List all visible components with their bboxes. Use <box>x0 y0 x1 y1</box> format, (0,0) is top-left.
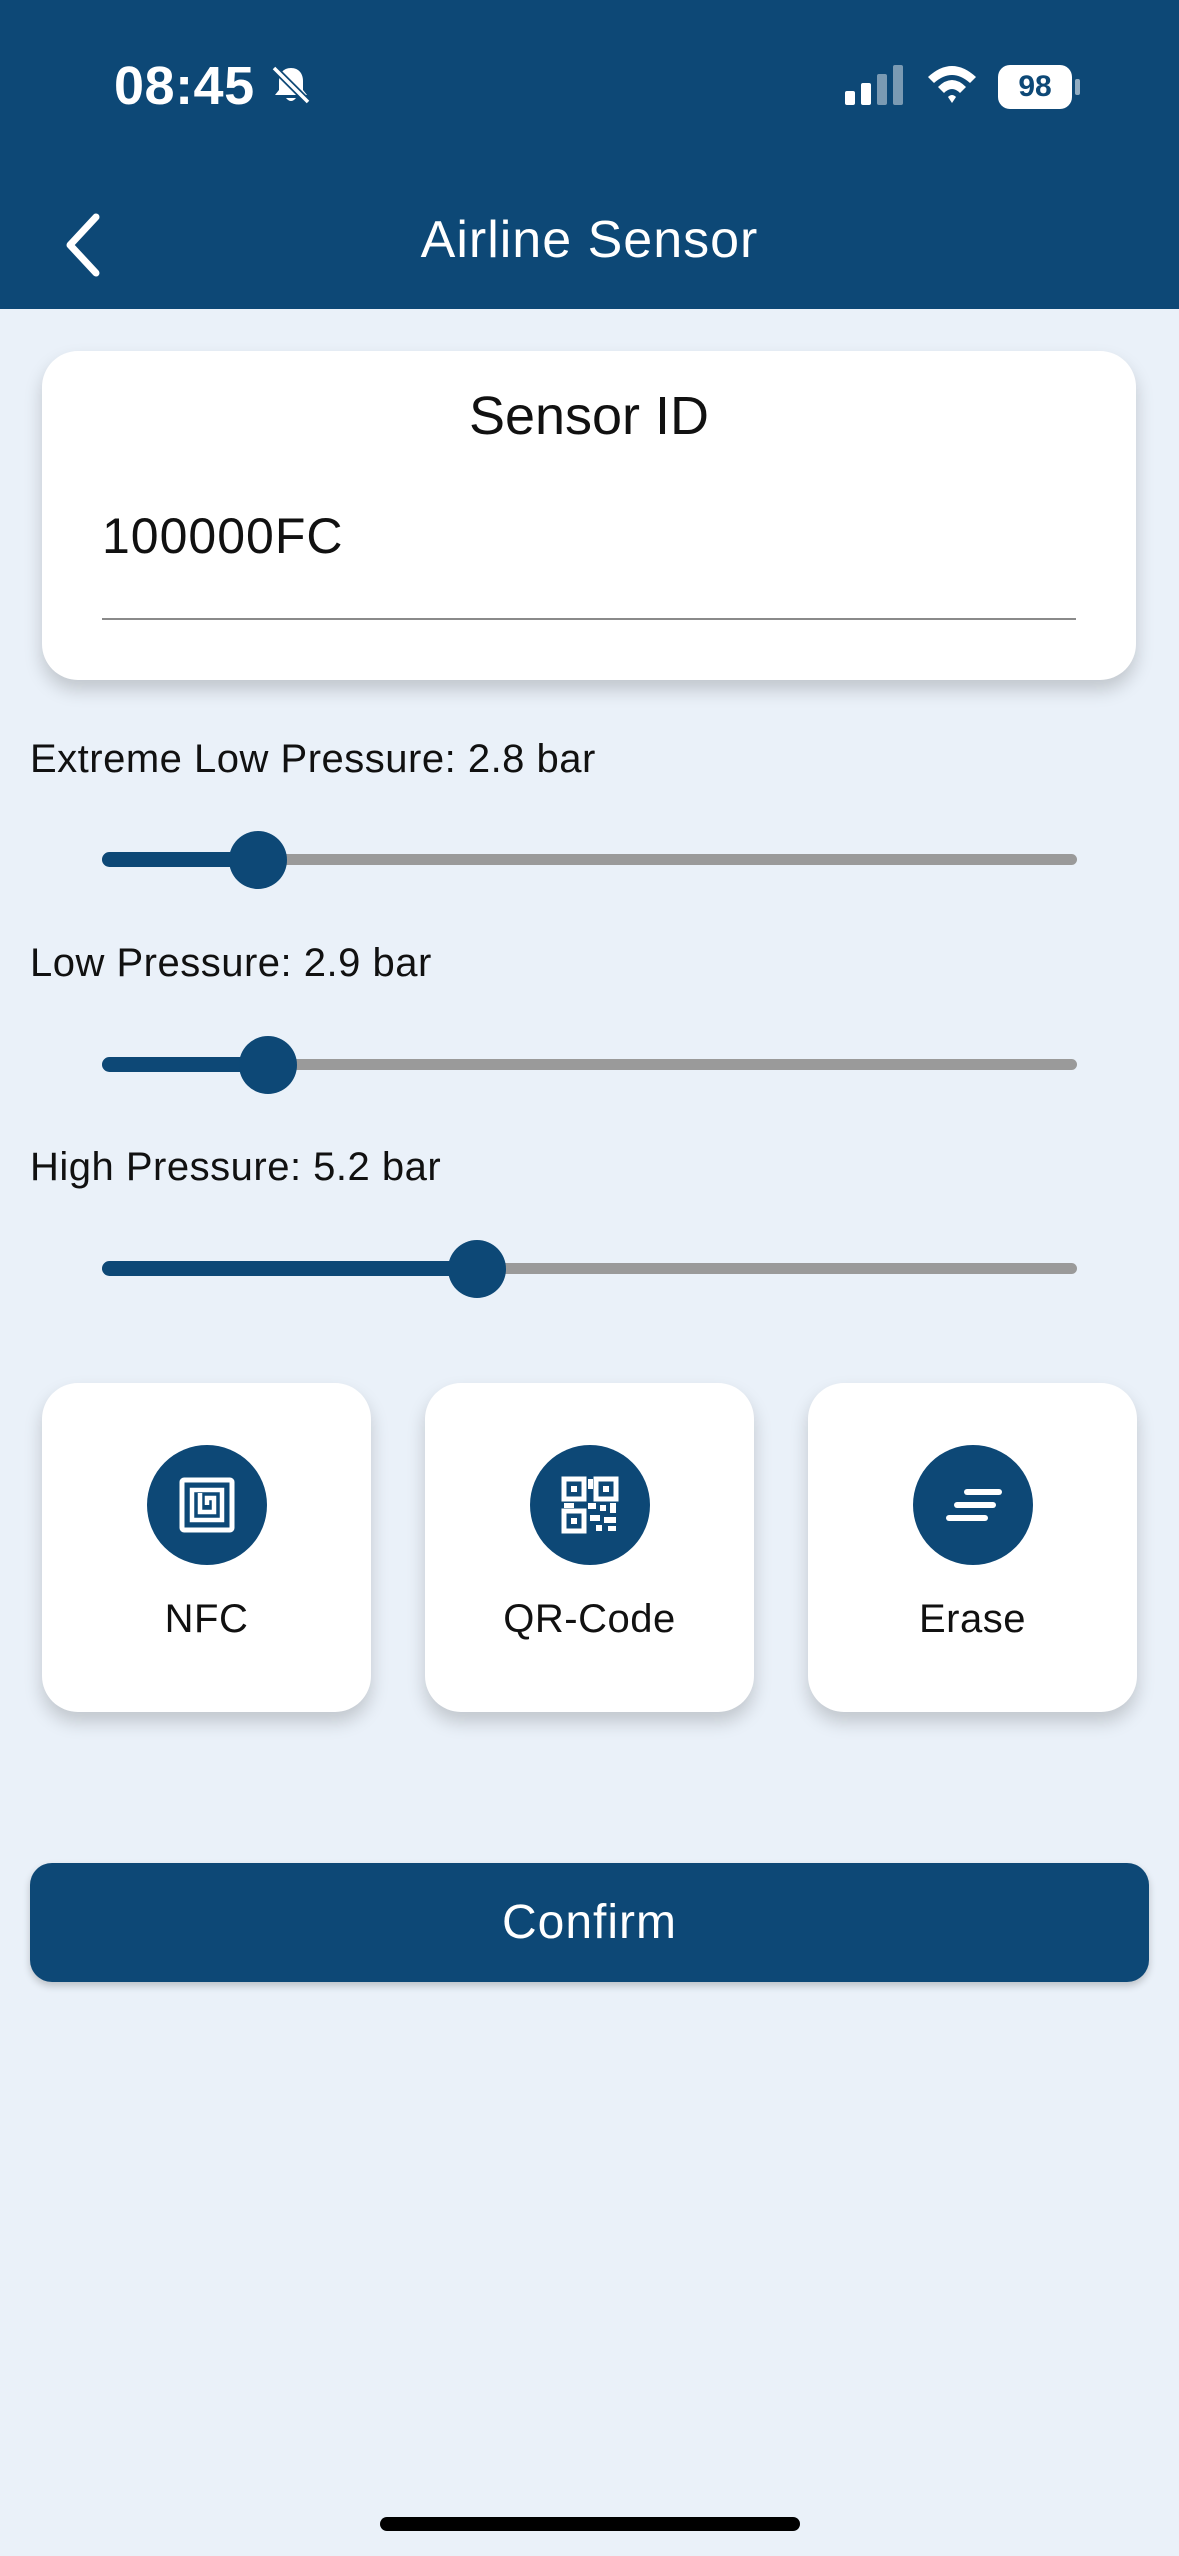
extreme-low-pressure-label: Extreme Low Pressure: 2.8 bar <box>30 737 596 781</box>
sensor-id-input[interactable] <box>102 501 1076 571</box>
qr-code-button[interactable]: QR-Code <box>425 1383 754 1712</box>
nfc-icon <box>147 1445 267 1565</box>
slider-thumb[interactable] <box>448 1240 507 1298</box>
qr-code-label: QR-Code <box>503 1597 676 1641</box>
home-indicator[interactable] <box>380 2517 800 2531</box>
wifi-icon <box>928 66 976 103</box>
bell-muted-icon <box>271 65 311 105</box>
slider-thumb[interactable] <box>238 1036 297 1094</box>
high-pressure-label: High Pressure: 5.2 bar <box>30 1145 442 1189</box>
battery-level: 98 <box>998 65 1072 109</box>
sensor-id-title: Sensor ID <box>468 386 710 446</box>
nfc-button[interactable]: NFC <box>42 1383 371 1712</box>
confirm-button[interactable]: Confirm <box>30 1863 1149 1982</box>
extreme-low-pressure-slider[interactable] <box>102 830 1077 890</box>
erase-button[interactable]: Erase <box>808 1383 1137 1712</box>
sensor-id-card: Sensor ID <box>42 351 1136 680</box>
erase-icon <box>913 1445 1033 1565</box>
sensor-id-underline <box>102 618 1076 620</box>
slider-thumb[interactable] <box>229 831 287 889</box>
slider-fill <box>102 1261 478 1276</box>
nfc-label: NFC <box>164 1597 249 1641</box>
page-title: Airline Sensor <box>420 211 759 269</box>
battery-indicator: 98 <box>998 65 1080 109</box>
high-pressure-slider[interactable] <box>102 1239 1077 1299</box>
low-pressure-slider[interactable] <box>102 1035 1077 1095</box>
qr-code-icon <box>530 1445 650 1565</box>
low-pressure-label: Low Pressure: 2.9 bar <box>30 941 432 985</box>
status-time: 08:45 <box>114 56 255 116</box>
battery-tip <box>1075 79 1080 95</box>
erase-label: Erase <box>919 1597 1026 1641</box>
app-header: 08:45 98 Airline Sensor <box>0 0 1179 309</box>
signal-icon <box>845 65 903 105</box>
